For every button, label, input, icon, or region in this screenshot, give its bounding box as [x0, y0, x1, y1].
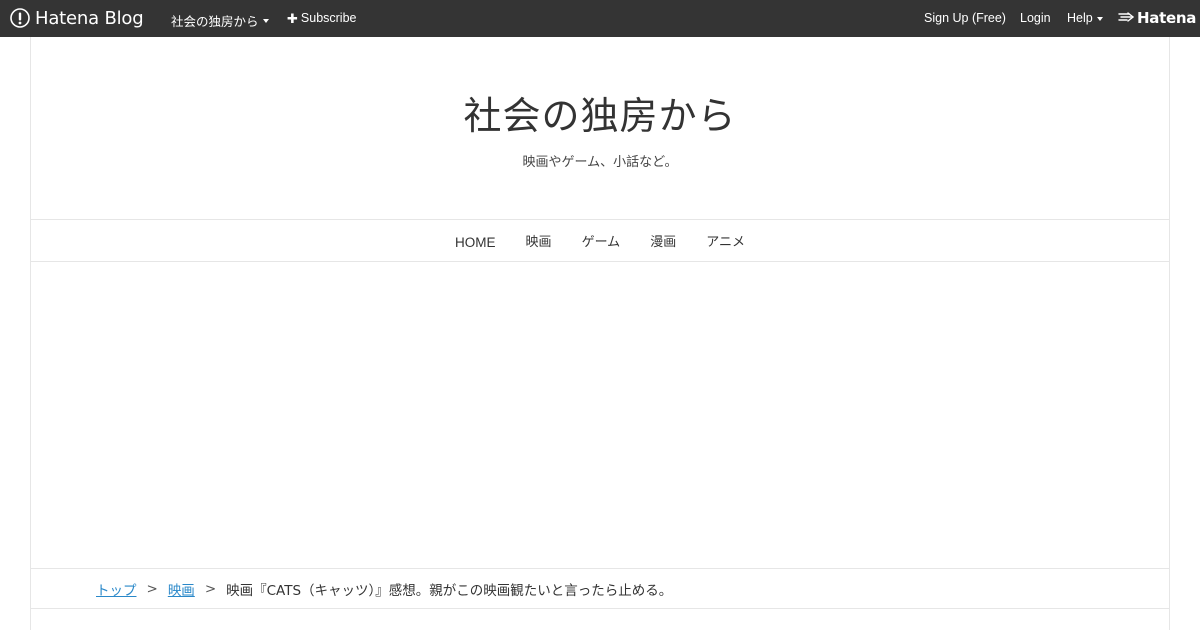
login-link[interactable]: Login [1020, 11, 1051, 25]
subscribe-button[interactable]: ✚ Subscribe [287, 11, 357, 25]
signup-link[interactable]: Sign Up (Free) [924, 11, 1006, 25]
blog-container: 社会の独房から 映画やゲーム、小話など。 HOME 映画 ゲーム 漫画 アニメ … [30, 37, 1170, 630]
nav-item-home[interactable]: HOME [455, 235, 496, 250]
hatena-blog-logo-text: Hatena Blog [35, 7, 144, 29]
nav-item-anime[interactable]: アニメ [706, 231, 745, 250]
nav-item-movie[interactable]: 映画 [526, 231, 552, 250]
breadcrumb-category-link[interactable]: 映画 [168, 579, 195, 599]
plus-icon: ✚ [287, 10, 298, 26]
blog-description: 映画やゲーム、小話など。 [522, 155, 678, 170]
breadcrumb-separator: > [146, 580, 158, 597]
blog-title[interactable]: 社会の独房から [31, 92, 1169, 140]
breadcrumb-top-link[interactable]: トップ [96, 579, 137, 599]
hatena-blog-logo[interactable]: Hatena Blog [10, 7, 144, 29]
blog-menu-dropdown[interactable]: 社会の独房から [171, 11, 269, 30]
chevron-down-icon [262, 19, 269, 23]
blog-menu-label: 社会の独房から [171, 15, 259, 29]
ad-space [31, 262, 1169, 568]
breadcrumb-separator: > [204, 580, 217, 597]
breadcrumb-current: 映画『CATS（キャッツ）』感想。親がこの映画観たいと言ったら止める。 [226, 582, 673, 599]
subscribe-label: Subscribe [300, 11, 357, 25]
nav-item-game[interactable]: ゲーム [582, 231, 621, 250]
help-label: Help [1067, 11, 1093, 25]
chevron-down-icon [1096, 16, 1103, 21]
breadcrumb: トップ > 映画 > 映画『CATS（キャッツ）』感想。親がこの映画観たいと言っ… [31, 568, 1169, 609]
nav-item-manga[interactable]: 漫画 [650, 231, 676, 250]
global-navigation: HOME 映画 ゲーム 漫画 アニメ [31, 219, 1169, 262]
hatena-logo-icon [1118, 11, 1135, 26]
hatena-logo-text: Hatena [1137, 9, 1197, 27]
hatena-logo[interactable]: Hatena [1118, 9, 1196, 27]
help-dropdown[interactable]: Help [1067, 11, 1103, 25]
global-header-bar: Hatena Blog 社会の独房から ✚ Subscribe Sign Up … [0, 0, 1200, 37]
hatena-blog-logo-icon [10, 8, 30, 28]
